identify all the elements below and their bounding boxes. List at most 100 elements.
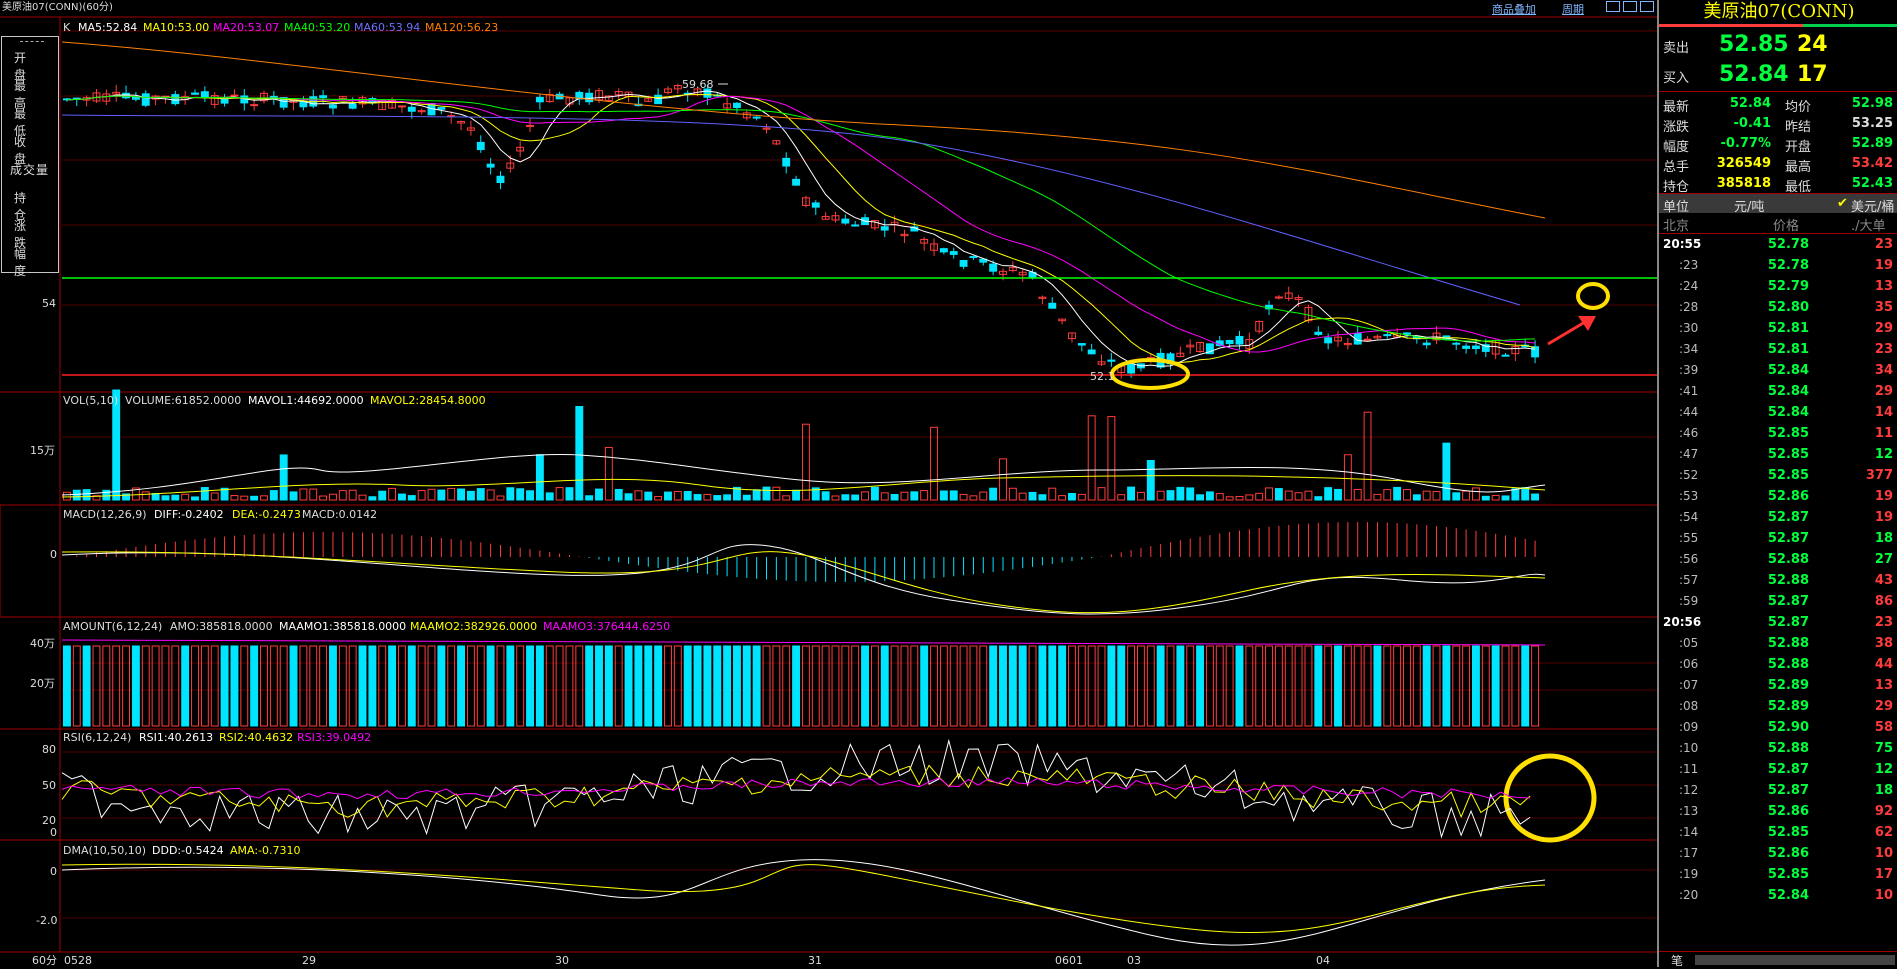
amount-bar — [1018, 645, 1027, 727]
amount-bar — [506, 645, 515, 727]
amount-bar — [1186, 645, 1195, 727]
candle-body — [585, 92, 594, 103]
tick-row: :28 52.80 35 — [1659, 300, 1897, 318]
amount-bar — [269, 645, 278, 727]
annotation-circle-target — [1576, 282, 1610, 310]
volume-bar — [427, 488, 436, 501]
ma60-value: MA60:53.94 — [354, 21, 421, 34]
volume-bar — [1383, 489, 1392, 501]
volume-bar — [930, 426, 938, 501]
amount-bar — [880, 645, 889, 727]
volume-bar — [1245, 494, 1254, 501]
stat-row: 持仓 385818 最低 52.43 — [1659, 174, 1897, 195]
volume-bar — [1215, 493, 1224, 501]
volume-bar — [949, 490, 958, 501]
tick-volume: 23 — [1874, 237, 1893, 252]
menu-low[interactable]: 最 低 — [2, 105, 58, 138]
volume-bar — [644, 491, 653, 501]
amount-bar — [496, 645, 505, 727]
amount-bar — [772, 645, 781, 727]
amount-bar — [476, 645, 485, 727]
unit-row: 单位 元/吨 ✔ 美元/桶 — [1659, 194, 1897, 215]
ma5-value: MA5:52.84 — [78, 21, 138, 34]
amount-bar — [1452, 645, 1461, 727]
rsi2-value: RSI2:40.4632 — [219, 731, 294, 744]
layout-button-3[interactable] — [1640, 1, 1654, 12]
stat-value: -0.41 — [1733, 116, 1771, 131]
volume-bar — [831, 495, 840, 501]
unit-usd[interactable]: 美元/桶 — [1851, 196, 1894, 215]
amount-bar — [1048, 645, 1057, 727]
dea-line — [61, 551, 1546, 614]
layout-button-2[interactable] — [1623, 1, 1637, 12]
volume-bar — [191, 496, 199, 501]
candle-body — [397, 105, 406, 108]
volume-bar — [1343, 454, 1352, 501]
volume-bar — [1136, 491, 1145, 501]
amount-bar — [131, 645, 140, 727]
volume-bar — [1432, 491, 1441, 501]
menu-high[interactable]: 最 高 — [2, 77, 58, 110]
tick-volume: 19 — [1874, 489, 1893, 504]
rsi-label: RSI(6,12,24) — [63, 731, 132, 744]
amount-bar — [565, 645, 574, 727]
tick-time: :39 — [1679, 363, 1699, 377]
candle-body — [969, 256, 978, 259]
volume-bar — [200, 487, 209, 501]
tick-price: 52.79 — [1767, 279, 1809, 294]
amount-bar — [358, 645, 367, 727]
menu-amplitude[interactable]: 幅 度 — [2, 245, 58, 278]
stat-value: -0.77% — [1720, 136, 1772, 151]
tick-row: :14 52.85 62 — [1659, 825, 1897, 843]
ma60-line — [61, 114, 1521, 306]
footer-scroll[interactable] — [1695, 955, 1895, 965]
volume-bar — [1156, 490, 1165, 501]
volume-bar — [821, 491, 830, 501]
amount-bar — [1403, 645, 1411, 727]
candle-body — [1363, 338, 1372, 341]
period-link[interactable]: 周期 — [1562, 1, 1584, 17]
check-icon: ✔ — [1837, 196, 1848, 211]
volume-bar — [1511, 488, 1520, 501]
volume-bar — [476, 488, 485, 501]
tick-row: :24 52.79 13 — [1659, 279, 1897, 297]
amount-bar — [644, 645, 653, 727]
tick-row: :12 52.87 18 — [1659, 783, 1897, 801]
overlay-link[interactable]: 商品叠加 — [1492, 1, 1536, 17]
tick-row: :06 52.88 44 — [1659, 657, 1897, 675]
x-label-31: 31 — [808, 954, 822, 967]
tick-price: 52.89 — [1767, 678, 1809, 693]
quote-panel: 美原油07(CONN) 卖出 52.85 24 买入 52.84 17 最新 52… — [1657, 0, 1897, 968]
tick-price: 52.84 — [1767, 384, 1809, 399]
volume-bar — [1304, 490, 1313, 501]
volume-bar — [752, 489, 761, 501]
amount-bar — [861, 645, 869, 727]
amount-bar — [1334, 645, 1342, 727]
layout-button-1[interactable] — [1606, 1, 1620, 12]
unit-label: 单位 — [1663, 200, 1690, 215]
tick-volume: 27 — [1874, 552, 1893, 567]
tick-time: :44 — [1679, 405, 1699, 419]
menu-position[interactable]: 持 仓 — [2, 189, 58, 222]
tick-row: :39 52.84 34 — [1659, 363, 1897, 381]
volume-bar — [959, 493, 968, 501]
menu-close[interactable]: 收 盘 — [2, 133, 58, 166]
tick-price: 52.84 — [1767, 363, 1809, 378]
amount-bar — [1077, 645, 1086, 727]
volume-bar — [801, 423, 810, 501]
candle-body — [407, 106, 416, 112]
tick-row: :08 52.89 29 — [1659, 699, 1897, 717]
amount-bar — [742, 645, 751, 727]
amount-bar — [1393, 645, 1402, 727]
menu-change[interactable]: 涨 跌 — [2, 217, 58, 250]
menu-volume[interactable]: 成交量 — [2, 161, 58, 183]
tick-price: 52.88 — [1767, 657, 1809, 672]
menu-open[interactable]: 开 盘 — [2, 49, 58, 82]
tick-price: 52.89 — [1767, 699, 1809, 714]
chart-canvas[interactable] — [0, 0, 1657, 967]
amount-bar — [999, 645, 1007, 727]
candle-body — [250, 104, 259, 107]
k-axis-54: 54 — [42, 297, 56, 310]
unit-cny[interactable]: 元/吨 — [1734, 196, 1764, 215]
amount-bar — [1481, 645, 1490, 727]
